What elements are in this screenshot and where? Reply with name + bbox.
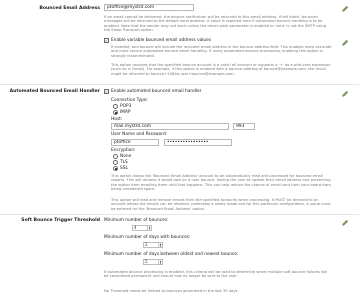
pencil-icon[interactable] [341, 39, 349, 47]
imap-label: IMAP [120, 110, 131, 115]
row-divider [0, 214, 359, 215]
encryption-tls-label: TLS [120, 160, 128, 165]
automated-handler-help-2: This option will read and remove emails … [111, 198, 331, 211]
encryption-tls-radio[interactable] [113, 160, 118, 165]
soft-bounce-help-2: No Threshold needs be limited to bounces… [104, 289, 239, 293]
stepper-arrows-icon[interactable]: ▴ ▾ [158, 243, 162, 248]
stepper-arrows-icon[interactable]: ▴ ▾ [158, 260, 162, 265]
pencil-icon[interactable] [341, 5, 349, 13]
host-input[interactable]: mail.mystrd.com [111, 123, 229, 130]
pencil-icon[interactable] [341, 90, 349, 98]
automated-handler-label: Automated Bounced Email Handler [9, 89, 100, 94]
host-label: Host: [111, 117, 123, 122]
min-days-stepper[interactable]: 2 ▴ ▾ [143, 242, 163, 248]
password-input[interactable]: •••••••••••••••• [164, 139, 232, 146]
min-days-label: Minimum number of days with bounces: [104, 235, 191, 240]
encryption-ssl-label: SSL [120, 166, 128, 171]
pencil-icon[interactable] [341, 219, 349, 227]
bounced-email-address-input[interactable]: ptoffice@mystrd.com [104, 4, 194, 11]
pop3-radio[interactable] [113, 104, 118, 109]
enable-automated-handler-checkbox[interactable]: ✓ [104, 89, 109, 94]
min-bounces-stepper[interactable]: 4 ▴ ▾ [132, 225, 152, 231]
encryption-ssl-radio[interactable] [113, 166, 118, 171]
min-days-between-stepper[interactable]: 5 ▴ ▾ [143, 259, 163, 265]
pop3-label: POP3 [120, 104, 132, 109]
min-bounces-value: 4 [134, 225, 137, 230]
enable-automated-handler-label: Enable automated bounced email handler [111, 89, 202, 94]
row-divider [0, 84, 359, 85]
username-input[interactable]: ptoffice [111, 139, 159, 146]
min-days-between-value: 5 [145, 259, 148, 264]
encryption-none-radio[interactable] [113, 154, 118, 159]
variable-bounced-address-help-2: This option requires that the specified … [111, 63, 331, 76]
soft-bounce-label: Soft Bounce Trigger Threshold [21, 218, 100, 223]
imap-radio[interactable] [113, 110, 118, 115]
bounced-email-address-label: Bounced Email Address [39, 6, 100, 11]
encryption-none-label: None [120, 154, 132, 159]
stepper-arrows-icon[interactable]: ▴ ▾ [147, 226, 151, 231]
bounced-email-address-help: If an email cannot be delivered, the bou… [104, 15, 327, 33]
connection-type-label: Connection Type: [111, 98, 148, 103]
user-password-label: User Name and Password: [111, 132, 168, 137]
variable-bounced-address-checkbox[interactable]: ✓ [104, 38, 109, 43]
min-days-between-label: Minimum number of days between oldest an… [104, 252, 239, 257]
variable-bounced-address-label: Enable variable bounced email address va… [111, 38, 212, 43]
min-bounces-label: Minimum number of bounces: [104, 218, 169, 223]
min-days-value: 2 [145, 242, 148, 247]
soft-bounce-help: If automated bounce processing is enable… [104, 270, 328, 279]
encryption-label: Encryption: [111, 148, 136, 153]
variable-bounced-address-help: If enabled, and bounce will include the … [111, 45, 332, 58]
automated-handler-help: This option allows the 'Bounced Email Ad… [111, 174, 331, 192]
port-input[interactable]: 993 [233, 123, 255, 130]
